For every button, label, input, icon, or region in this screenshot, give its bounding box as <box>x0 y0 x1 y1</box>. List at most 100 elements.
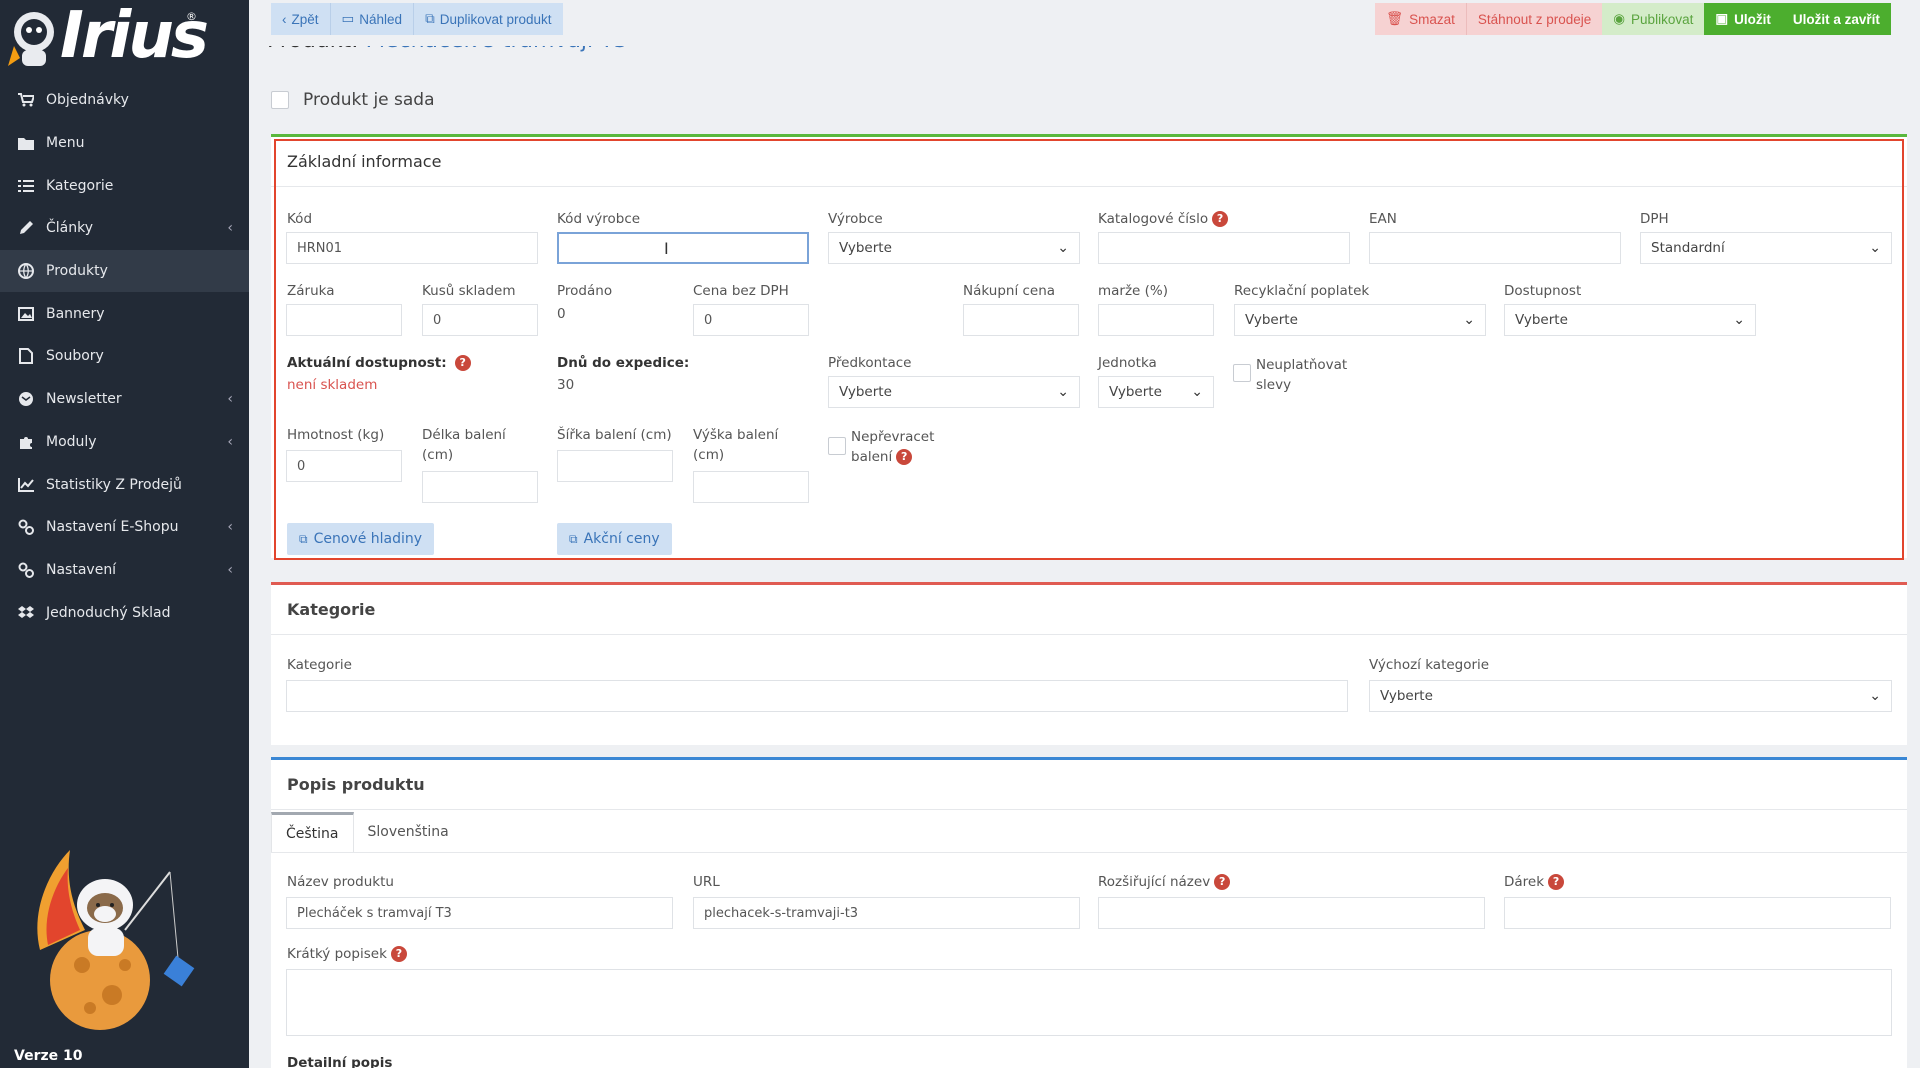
default-category-value: Vyberte <box>1380 688 1433 704</box>
save-close-label: Uložit a zavřít <box>1792 11 1880 27</box>
sidebar-item-produkty[interactable]: Produkty <box>0 249 249 293</box>
sidebar: Irius ® Objednávky Menu Kategorie Články… <box>0 0 249 1068</box>
version-label: Verze 10 <box>14 1048 83 1064</box>
logo[interactable]: Irius ® <box>8 2 209 70</box>
main-content: ‹ Zpět ▭ Náhled ⧉ Duplikovat produkt 🗑 Smaza… <box>249 0 1920 1068</box>
sidebar-item-label: Kategorie <box>46 177 114 194</box>
logo-wordmark: Irius <box>60 0 209 73</box>
duplicate-label: Duplikovat produkt <box>439 11 552 27</box>
detailni-label: Detailní popis <box>287 1055 393 1068</box>
url-input[interactable]: plechacek-s-tramvaji-t3 <box>693 897 1080 929</box>
dropbox-icon <box>16 605 36 621</box>
sidebar-item-label: Moduly <box>46 433 97 450</box>
help-icon[interactable]: ? <box>1548 874 1565 890</box>
sidebar-item-label: Soubory <box>46 348 104 365</box>
eye-icon: ◉ <box>1613 11 1626 26</box>
chevron-down-icon: ⌄ <box>1869 688 1881 704</box>
chevron-left-icon: ‹ <box>227 220 233 237</box>
help-icon[interactable]: ? <box>1214 874 1231 890</box>
help-icon[interactable]: ? <box>390 946 407 962</box>
rozsir-label-text: Rozšiřující název <box>1098 874 1211 890</box>
darek-input[interactable] <box>1504 897 1891 929</box>
description-heading: Popis produktu <box>271 760 1907 810</box>
puzzle-icon <box>16 434 36 450</box>
globe-icon <box>16 263 36 280</box>
tab-cestina[interactable]: Čeština <box>271 812 354 852</box>
image-icon <box>16 306 36 322</box>
short-description-textarea[interactable] <box>286 969 1892 1036</box>
chevron-left-icon: ‹ <box>282 11 287 27</box>
tabs-divider <box>271 852 1907 853</box>
back-label: Zpět <box>291 11 319 27</box>
sidebar-item-label: Bannery <box>46 305 105 322</box>
withdraw-button[interactable]: Stáhnout z prodeje <box>1466 3 1603 35</box>
sidebar-item-label: Objednávky <box>46 92 129 109</box>
nazev-input[interactable]: Plecháček s tramvají T3 <box>286 897 673 929</box>
sidebar-item-moduly[interactable]: Moduly ‹ <box>0 421 249 464</box>
chevron-left-icon: ‹ <box>227 518 233 535</box>
sidebar-item-nastaveni[interactable]: Nastavení ‹ <box>0 549 249 592</box>
toolbar-left-group: ‹ Zpět ▭ Náhled ⧉ Duplikovat produkt <box>271 3 563 35</box>
rozsir-input[interactable] <box>1098 897 1485 929</box>
save-close-button[interactable]: Uložit a zavřít <box>1781 3 1891 35</box>
darek-label: Dárek? <box>1504 872 1565 892</box>
publish-label: Publikovat <box>1631 11 1694 27</box>
publish-button[interactable]: ◉ Publikovat <box>1602 3 1705 35</box>
save-icon: ▣ <box>1715 11 1729 26</box>
sidebar-item-label: Statistiky Z Prodejů <box>46 476 182 493</box>
toolbar: ‹ Zpět ▭ Náhled ⧉ Duplikovat produkt 🗑 Smaza… <box>249 0 1920 46</box>
default-category-label: Výchozí kategorie <box>1369 657 1490 673</box>
description-panel: Popis produktu Čeština Slovenština Název… <box>271 757 1907 1068</box>
category-input[interactable] <box>286 680 1348 712</box>
mascot-illustration <box>37 850 195 1030</box>
product-set-row: Produkt je sada <box>271 90 435 110</box>
email-icon <box>16 391 36 407</box>
list-icon <box>16 178 36 194</box>
delete-label: Smazat <box>1409 11 1455 27</box>
category-panel: Kategorie Kategorie Výchozí kategorie Vy… <box>271 582 1907 745</box>
product-set-checkbox[interactable] <box>271 91 289 109</box>
chevron-left-icon: ‹ <box>227 390 233 407</box>
sidebar-item-label: Jednoduchý Sklad <box>46 604 171 621</box>
category-heading: Kategorie <box>271 585 1907 635</box>
sidebar-item-clanky[interactable]: Články ‹ <box>0 207 249 250</box>
preview-label: Náhled <box>359 11 403 27</box>
sidebar-item-jednoduchy-sklad[interactable]: Jednoduchý Sklad <box>0 591 249 634</box>
cogs-icon <box>16 519 36 536</box>
sidebar-item-statistiky[interactable]: Statistiky Z Prodejů <box>0 463 249 506</box>
preview-button[interactable]: ▭ Náhled <box>330 3 415 35</box>
chart-icon <box>16 477 36 493</box>
cogs-icon <box>16 562 36 578</box>
toolbar-right-group: 🗑 Smazat Stáhnout z prodeje ◉ Publikovat ▣… <box>1375 3 1891 35</box>
default-category-select[interactable]: Vyberte ⌄ <box>1369 680 1892 712</box>
delete-button[interactable]: 🗑 Smazat <box>1375 3 1467 35</box>
withdraw-label: Stáhnout z prodeje <box>1477 11 1592 27</box>
kratky-label: Krátký popisek? <box>287 944 407 964</box>
sidebar-item-label: Články <box>46 220 94 237</box>
duplicate-button[interactable]: ⧉ Duplikovat produkt <box>414 3 563 35</box>
kratky-label-text: Krátký popisek <box>287 946 387 962</box>
nazev-label: Název produktu <box>287 874 394 890</box>
rozsir-label: Rozšiřující název? <box>1098 872 1231 892</box>
sidebar-item-soubory[interactable]: Soubory <box>0 335 249 378</box>
folder-icon <box>16 135 36 151</box>
cart-icon <box>16 92 36 108</box>
language-tabs: Čeština Slovenština <box>271 812 463 852</box>
sidebar-item-nastaveni-eshopu[interactable]: Nastavení E-Shopu ‹ <box>0 506 249 549</box>
sidebar-item-kategorie[interactable]: Kategorie <box>0 164 249 207</box>
save-button[interactable]: ▣ Uložit <box>1704 3 1782 35</box>
monitor-icon: ▭ <box>341 11 355 26</box>
back-button[interactable]: ‹ Zpět <box>271 3 331 35</box>
sidebar-item-label: Nastavení E-Shopu <box>46 519 179 536</box>
sidebar-item-newsletter[interactable]: Newsletter ‹ <box>0 378 249 421</box>
registered-mark: ® <box>186 10 197 23</box>
sidebar-item-bannery[interactable]: Bannery <box>0 292 249 335</box>
sidebar-item-menu[interactable]: Menu <box>0 122 249 165</box>
sidebar-item-objednavky[interactable]: Objednávky <box>0 79 249 122</box>
sidebar-item-label: Newsletter <box>46 391 122 408</box>
astronaut-logo-icon <box>8 12 54 66</box>
sidebar-nav: Objednávky Menu Kategorie Články ‹ Produ… <box>0 79 249 634</box>
save-label: Uložit <box>1734 11 1771 27</box>
trash-icon: 🗑 <box>1386 11 1404 26</box>
tab-slovenstina[interactable]: Slovenština <box>354 812 463 852</box>
